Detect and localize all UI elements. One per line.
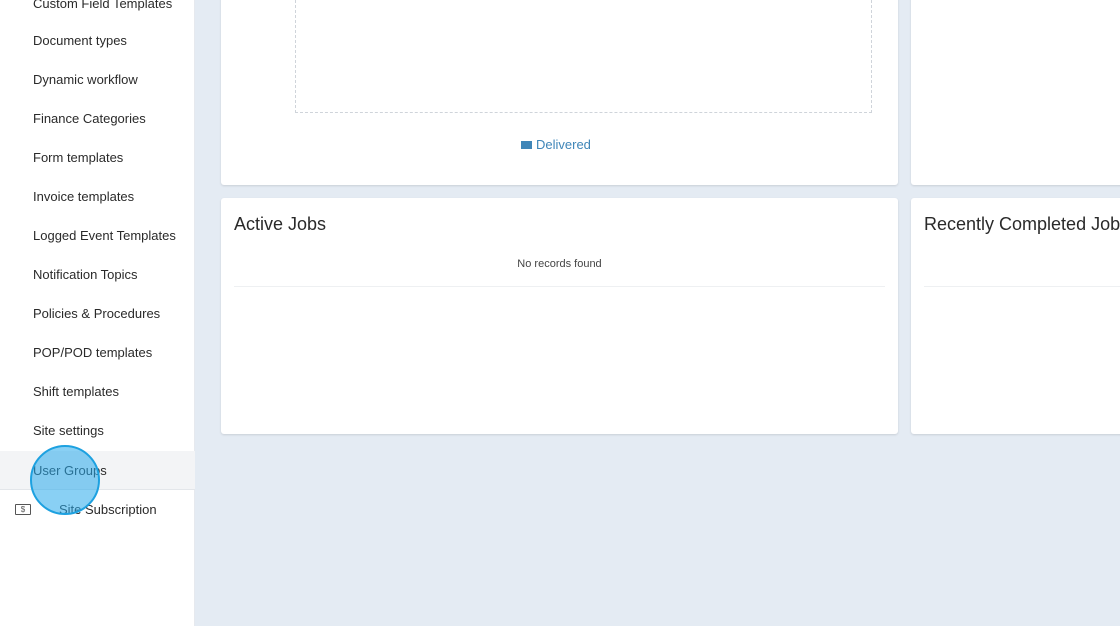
sidebar: Custom Field Templates Document types Dy… <box>0 0 195 626</box>
sidebar-item-policies-procedures[interactable]: Policies & Procedures <box>0 294 195 333</box>
sidebar-item-label: Policies & Procedures <box>33 306 161 321</box>
sidebar-item-label: Custom Field Templates <box>33 0 173 11</box>
billing-icon: $ <box>15 504 31 515</box>
sidebar-item-label: Form templates <box>33 150 124 165</box>
recent-jobs-title: Recently Completed Jobs <box>924 214 1120 234</box>
sidebar-item-label: Logged Event Templates <box>33 228 176 243</box>
sidebar-item-pop-pod-templates[interactable]: POP/POD templates <box>0 333 195 372</box>
divider <box>234 286 885 287</box>
sidebar-item-label: Finance Categories <box>33 111 146 126</box>
sidebar-item-label: Notification Topics <box>33 267 138 282</box>
delivery-chart-card: Delivered <box>221 0 898 185</box>
sidebar-item-label: Document types <box>33 33 127 48</box>
sidebar-item-shift-templates[interactable]: Shift templates <box>0 372 195 411</box>
sidebar-item-dynamic-workflow[interactable]: Dynamic workflow <box>0 60 195 99</box>
empty-state-message: No records found <box>517 258 602 270</box>
sidebar-item-label: POP/POD templates <box>33 345 153 360</box>
sidebar-item-label: User Groups <box>33 462 107 478</box>
sidebar-item-label: Site Subscription <box>59 502 157 517</box>
legend-label: Delivered <box>536 137 591 152</box>
sidebar-item-label: Invoice templates <box>33 189 135 204</box>
sidebar-item-site-subscription[interactable]: $ Site Subscription <box>0 490 195 529</box>
active-jobs-title: Active Jobs <box>234 214 327 234</box>
chart-plot-area <box>295 0 872 113</box>
sidebar-item-user-groups[interactable]: User Groups <box>0 451 195 490</box>
sidebar-item-logged-event-templates[interactable]: Logged Event Templates <box>0 216 195 255</box>
sidebar-item-site-settings[interactable]: Site settings <box>0 411 195 450</box>
sidebar-item-finance-categories[interactable]: Finance Categories <box>0 99 195 138</box>
divider <box>924 286 1120 287</box>
active-jobs-card: Active Jobs No records found <box>221 198 898 434</box>
sidebar-item-notification-topics[interactable]: Notification Topics <box>0 255 195 294</box>
recent-jobs-card: Recently Completed Jobs <box>911 198 1120 434</box>
right-chart-card <box>911 0 1120 185</box>
sidebar-item-label: Dynamic workflow <box>33 72 138 87</box>
sidebar-item-form-templates[interactable]: Form templates <box>0 138 195 177</box>
chart-legend[interactable]: Delivered <box>521 137 591 152</box>
sidebar-item-custom-field-templates[interactable]: Custom Field Templates <box>0 0 195 23</box>
legend-swatch <box>521 140 532 149</box>
sidebar-item-document-types[interactable]: Document types <box>0 21 195 60</box>
sidebar-item-invoice-templates[interactable]: Invoice templates <box>0 177 195 216</box>
sidebar-item-label: Shift templates <box>33 384 119 399</box>
sidebar-item-label: Site settings <box>33 423 104 438</box>
